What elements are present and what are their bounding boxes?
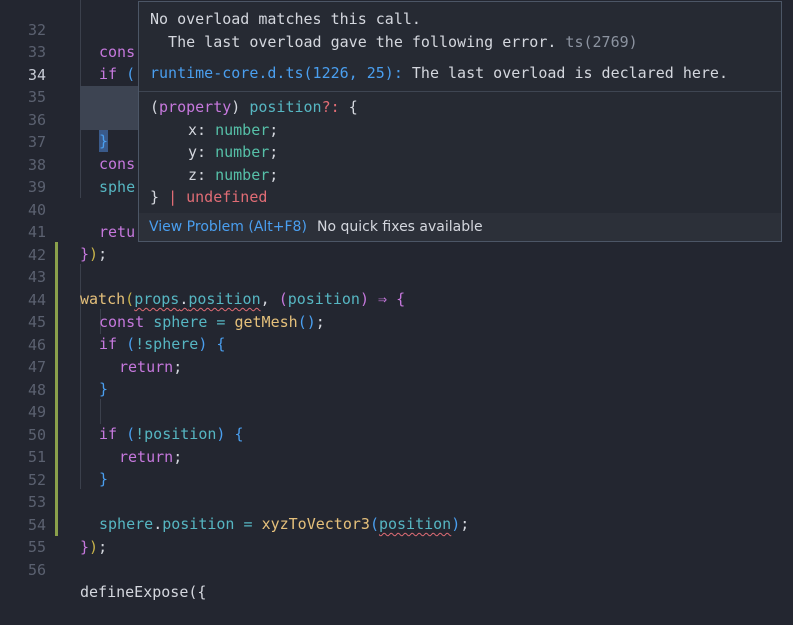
signature-header: (property) position?: { [150,96,358,118]
line-number: 56 [27,561,46,579]
field-name: y: [188,143,207,161]
error-message-detail: The last overload gave the following err… [150,33,557,51]
code-line[interactable]: 53 sphere.position = xyzToVector3(positi… [0,469,793,533]
view-problem-link[interactable]: View Problem (Alt+F8) [149,213,307,241]
code-line[interactable]: 45 if (!sphere) { [0,289,793,353]
code-line[interactable]: 43 watch(props.position, (position) ⇒ { [0,244,793,308]
signature-footer: } | undefined [150,186,267,208]
field-name: z: [188,166,207,184]
error-message-line2: The last overload gave the following err… [150,31,638,53]
sig-brace-close: } [150,188,160,206]
field-semicolon: ; [269,143,279,161]
field-type: number [215,121,270,139]
code-line[interactable]: 52 [0,447,793,489]
error-code: ts(2769) [565,33,638,51]
sig-name: position [249,98,322,116]
no-quick-fixes-label: No quick fixes available [317,219,483,235]
code-line[interactable]: 54 }); [0,492,793,556]
sig-brace-open: { [348,98,358,116]
code-line[interactable]: 44 const sphere = getMesh(); [0,267,793,331]
code-line[interactable]: 48 [0,357,793,399]
code-text: defineExpose({ [80,583,207,601]
field-type: number [215,143,270,161]
field-name: x: [188,121,207,139]
sig-union: | undefined [168,188,268,206]
code-line[interactable]: 50 return; [0,402,793,466]
code-line[interactable]: 51 } [0,424,793,488]
code-line[interactable]: 56 defineExpose({ [0,537,793,601]
error-message-line1: No overload matches this call. [150,10,421,28]
code-line[interactable]: 55 [0,514,793,556]
sig-field-z: z: number; [188,164,278,186]
sig-kind: property [159,98,232,116]
sig-optional: ?: [321,98,340,116]
sig-field-y: y: number; [188,141,278,163]
code-line[interactable]: 46 return; [0,312,793,376]
code-line[interactable]: 47 } [0,334,793,398]
field-semicolon: ; [269,121,279,139]
field-semicolon: ; [269,166,279,184]
sig-field-x: x: number; [188,119,278,141]
field-type: number [215,166,270,184]
sig-paren-open: ( [150,98,160,116]
code-line[interactable]: 49 if (!position) { [0,379,793,443]
code-editor[interactable]: 32 cons 33 if ( 34 re 35 } 36 37 cons 38… [0,0,793,601]
hover-status-bar: View Problem (Alt+F8) No quick fixes ava… [139,213,781,241]
error-hover-widget[interactable]: No overload matches this call. The last … [138,1,782,242]
divider [139,91,781,92]
sig-paren-close: ) [231,98,241,116]
related-message: The last overload is declared here. [411,64,728,82]
related-location-link[interactable]: runtime-core.d.ts(1226, 25): [150,64,403,82]
related-info: runtime-core.d.ts(1226, 25): The last ov… [150,62,728,84]
